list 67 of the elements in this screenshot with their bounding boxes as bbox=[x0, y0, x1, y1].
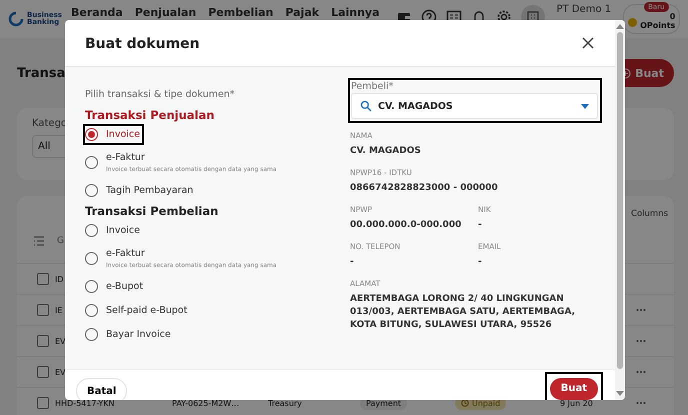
field-label: Pilih transaksi & tipe dokumen* bbox=[85, 89, 236, 100]
checkbox[interactable] bbox=[37, 335, 49, 347]
scroll-thumb[interactable] bbox=[617, 32, 623, 369]
page-title: Transa bbox=[17, 66, 66, 80]
radio-option[interactable]: Invoice bbox=[83, 220, 144, 241]
detail-value: - bbox=[478, 256, 483, 270]
more-icon[interactable] bbox=[636, 370, 646, 374]
checkbox[interactable] bbox=[37, 397, 49, 409]
nav-item[interactable]: Pembelian bbox=[208, 6, 274, 18]
close-button[interactable] bbox=[581, 36, 595, 50]
nav-item[interactable]: Lainnya bbox=[331, 6, 380, 18]
submit-button[interactable]: Buat bbox=[550, 378, 598, 400]
radio-option[interactable]: Self-paid e-Bupot bbox=[83, 300, 192, 321]
scroll-down-icon[interactable] bbox=[616, 391, 624, 396]
radio[interactable] bbox=[85, 184, 98, 197]
checkbox[interactable] bbox=[37, 366, 49, 378]
radio[interactable] bbox=[85, 252, 98, 265]
columns-button[interactable]: Columns bbox=[631, 209, 668, 219]
logo-icon bbox=[8, 11, 24, 27]
table-cell: 9 Jun 20 bbox=[560, 398, 593, 408]
search-icon bbox=[360, 100, 372, 112]
buyer-select[interactable]: CV. MAGADOS bbox=[351, 93, 598, 119]
radio[interactable] bbox=[85, 280, 98, 293]
points-value: 0 bbox=[668, 13, 676, 22]
radio-option[interactable]: e-Bupot bbox=[83, 276, 148, 297]
table-cell: Treasury bbox=[268, 398, 302, 408]
detail-value: - bbox=[350, 256, 355, 270]
radio-option[interactable]: Invoice bbox=[83, 124, 144, 145]
nav-item[interactable]: Pajak bbox=[285, 6, 320, 18]
table-cell: EV bbox=[55, 368, 66, 376]
detail-value: 00.000.000.0-000.000 bbox=[350, 219, 462, 232]
radio[interactable] bbox=[85, 128, 98, 141]
checkbox[interactable] bbox=[37, 273, 49, 285]
radio[interactable] bbox=[85, 224, 98, 237]
coin-icon bbox=[628, 18, 638, 26]
scrollbar[interactable] bbox=[615, 20, 625, 400]
table-cell: PAY-0625-M2W… bbox=[172, 398, 240, 408]
radio[interactable] bbox=[85, 156, 98, 169]
table-cell: IE bbox=[55, 306, 62, 314]
detail-value: CV. MAGADOS bbox=[350, 145, 422, 158]
table-cell: HHD-5417-YKN bbox=[55, 398, 114, 408]
radio-option[interactable]: Bayar Invoice bbox=[83, 324, 175, 345]
radio[interactable] bbox=[85, 328, 98, 341]
company-name[interactable]: PT Demo 1 bbox=[556, 4, 612, 15]
nav-item[interactable]: Penjualan bbox=[134, 6, 196, 18]
checkbox[interactable] bbox=[37, 304, 49, 316]
field-label: Pembeli* bbox=[351, 81, 394, 92]
close-icon bbox=[581, 36, 595, 50]
radio-option[interactable]: Tagih Pembayaran bbox=[83, 180, 198, 201]
more-icon[interactable] bbox=[636, 308, 646, 312]
more-icon[interactable] bbox=[636, 401, 646, 405]
group-title: Transaksi Penjualan bbox=[85, 108, 216, 122]
cancel-button[interactable]: Batal bbox=[76, 378, 128, 400]
points-label: OPoints bbox=[640, 22, 676, 31]
detail-value: 0866742828823000 - 000000 bbox=[350, 182, 499, 196]
detail-value: - bbox=[478, 219, 483, 232]
nav-item[interactable]: Beranda bbox=[71, 6, 123, 18]
scroll-up-icon[interactable] bbox=[616, 24, 624, 29]
more-icon[interactable] bbox=[636, 339, 646, 343]
dialog-title: Buat dokumen bbox=[85, 36, 200, 52]
group-title: Transaksi Pembelian bbox=[85, 204, 220, 218]
column-header: G bbox=[57, 236, 64, 246]
detail-value: AERTEMBAGA LORONG 2/ 40 LINGKUNGAN 013/003, AERTEMBAGA SATU, AERTEMBAGA, KOTA BITUNG, SULAWESI UTARA, 95526 bbox=[350, 293, 576, 332]
column-header: ID bbox=[55, 274, 64, 284]
radio[interactable] bbox=[85, 304, 98, 317]
table-cell: EV bbox=[55, 336, 66, 346]
clock-icon bbox=[461, 399, 469, 407]
